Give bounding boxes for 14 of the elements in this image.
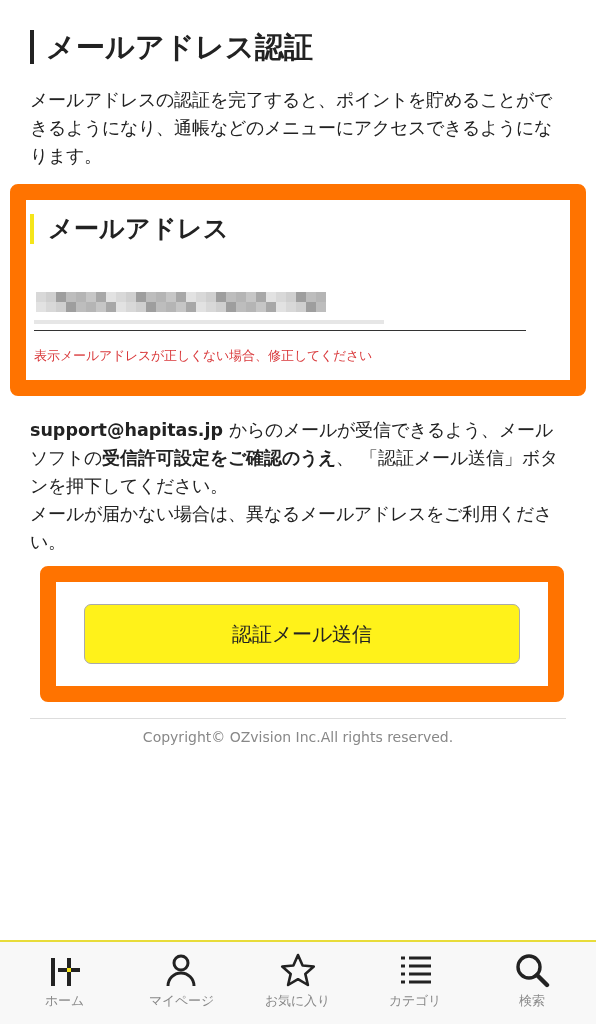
page-title: メールアドレス認証: [30, 30, 313, 64]
tab-bar-item[interactable]: マイページ: [126, 952, 237, 1010]
copyright-text: Copyright© OZvision Inc.All rights reserved.: [141, 729, 455, 745]
star-icon: [279, 952, 317, 988]
tab-bar-item[interactable]: ホーム: [9, 952, 120, 1010]
tab-bar-item[interactable]: お気に入り: [243, 952, 353, 1010]
intro-text: メールアドレスの認証を完了すると、ポイントを貯めることができるようになり、通帳などのメニューにアクセスできるようになります。: [30, 89, 553, 168]
instruction-text: support@hapitas.jp からのメールが受信できるよう、メールソフトの受信許可設定をご確認のうえ、 「認証メール送信」ボタンを押下してください。: [30, 419, 559, 498]
instruction-text: メールが届かない場合は、異なるメールアドレスをご利用ください。: [30, 503, 553, 554]
send-button[interactable]: 認証メール送信: [84, 604, 520, 664]
tab-bar-item[interactable]: カテゴリ: [359, 952, 470, 1010]
section-heading: メールアドレス: [30, 214, 229, 244]
tab-bar-item[interactable]: 検索: [476, 952, 587, 1010]
error-message: 表示メールアドレスが正しくない場合、修正してください: [34, 347, 373, 365]
